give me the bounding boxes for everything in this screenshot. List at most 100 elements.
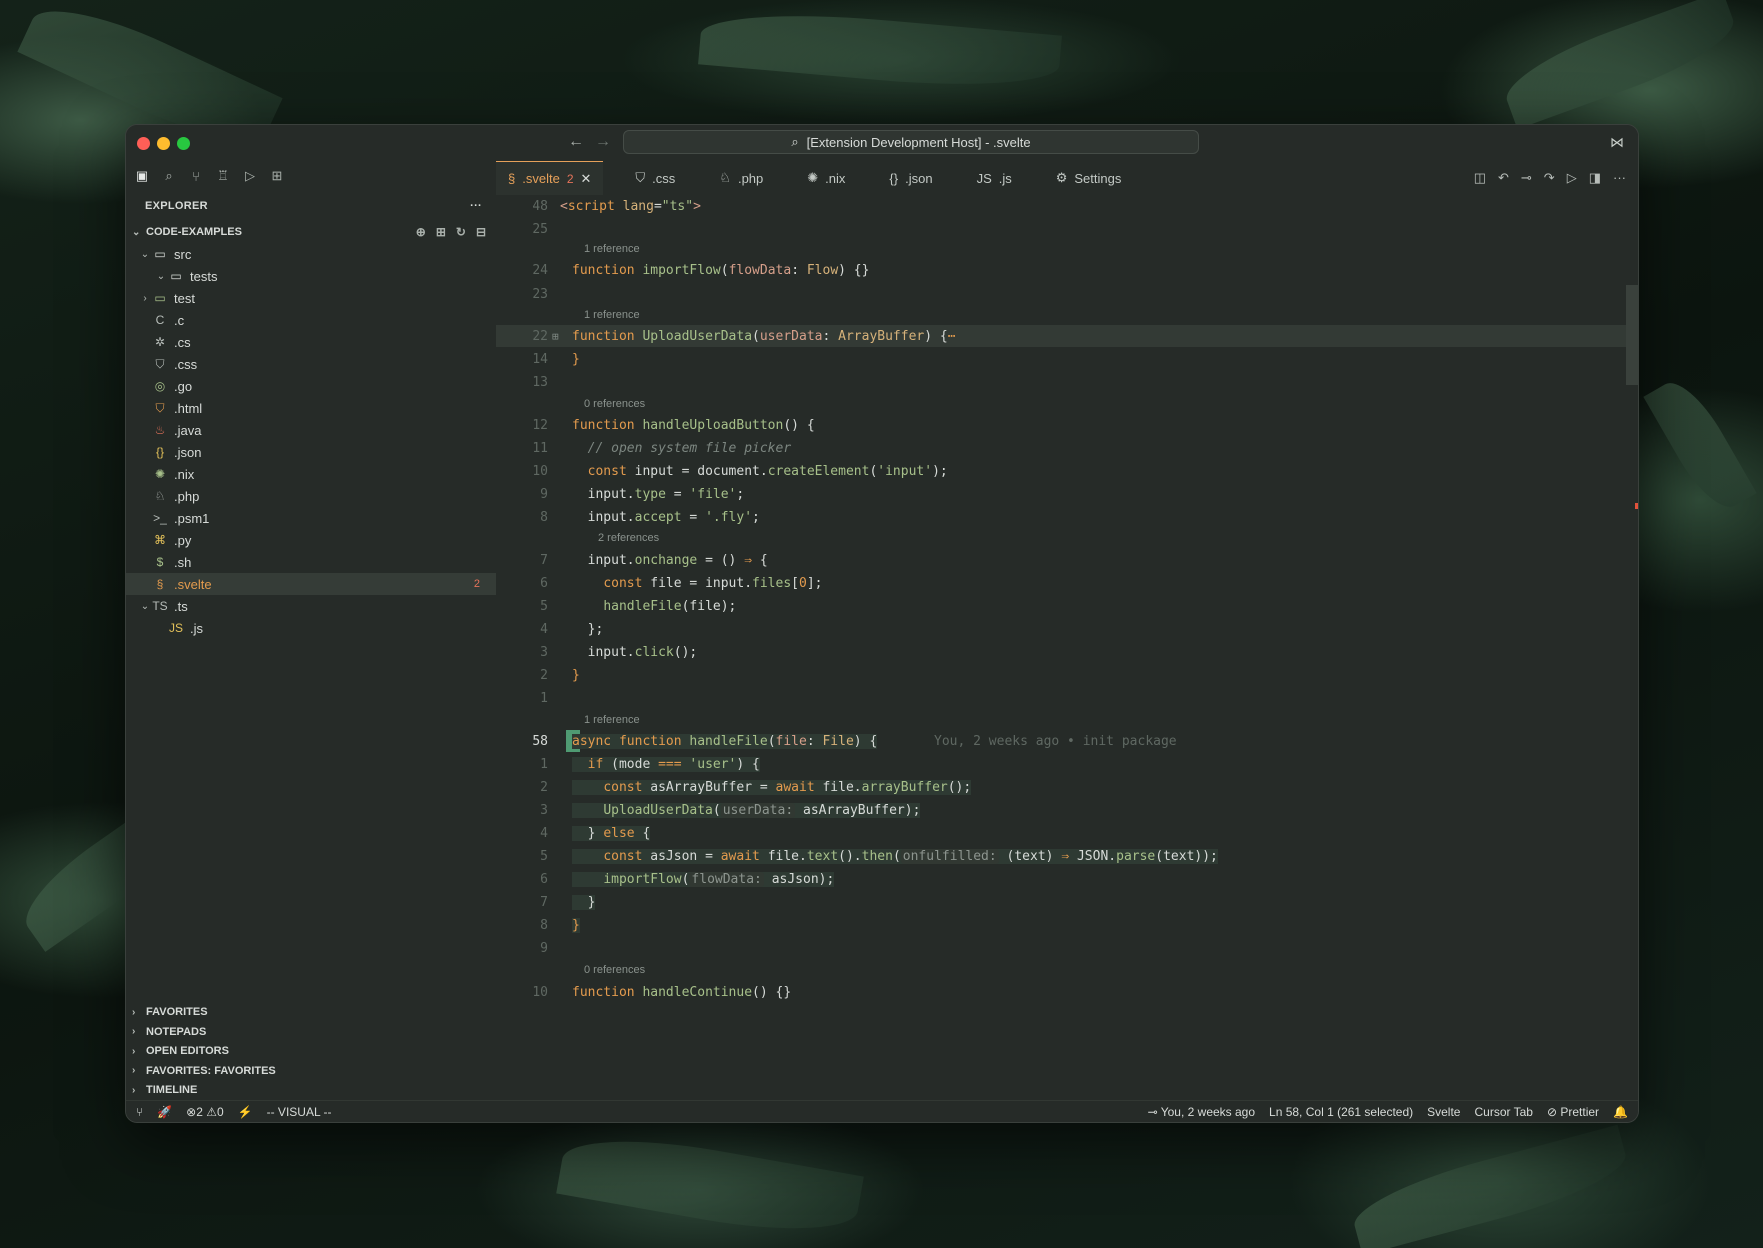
editor-tab[interactable]: ✺ .nix [795, 161, 857, 195]
chevron-down-icon: ⌄ [140, 600, 150, 612]
explorer-icon[interactable]: ▣ [134, 168, 150, 184]
fold-expand-icon[interactable]: ⊞ [552, 330, 559, 343]
sidebar-section-header[interactable]: › NOTEPADS [126, 1022, 496, 1042]
extensions-icon[interactable]: ⊞ [269, 168, 285, 184]
code-line: const asJson = await file.text().then(on… [572, 848, 1218, 864]
tree-item[interactable]: ⌄ ▭ src [126, 243, 496, 265]
source-control-icon[interactable]: ⑂ [188, 169, 204, 184]
file-type-icon: ▭ [154, 247, 166, 261]
file-tree: ⌄ ▭ src ⌄ ▭ tests › ▭ test C .c ✲ .cs ⛉ .css ◎ .go ⛉ .html… [126, 243, 496, 639]
editor-tab[interactable]: JS .js [965, 161, 1024, 195]
debug-icon[interactable]: ♖ [215, 168, 231, 184]
line-number: 4 [540, 621, 548, 637]
go-forward-icon[interactable]: ↷ [1544, 170, 1555, 186]
rocket-icon[interactable]: 🚀 [157, 1105, 172, 1119]
tree-item[interactable]: ⌘ .py [126, 529, 496, 551]
more-actions-icon[interactable]: ··· [1613, 170, 1626, 186]
status-bar: ⑂ 🚀 ⊗2 ⚠0 ⚡ -- VISUAL -- ⊸ You, 2 weeks … [126, 1100, 1638, 1122]
tree-item[interactable]: >_ .psm1 [126, 507, 496, 529]
split-editor-icon[interactable]: ◨ [1589, 170, 1601, 186]
error-marker [1635, 503, 1638, 509]
sidebar-section-header[interactable]: › TIMELINE [126, 1081, 496, 1101]
tree-item[interactable]: JS .js [126, 617, 496, 639]
back-arrow-icon[interactable]: ← [568, 133, 584, 151]
close-tab-icon[interactable]: ✕ [581, 171, 592, 187]
code-line: } [572, 917, 580, 933]
tree-item[interactable]: ✲ .cs [126, 331, 496, 353]
toggle-panel-icon[interactable]: ◫ [1474, 170, 1486, 186]
tree-item[interactable]: ♘ .php [126, 485, 496, 507]
tree-item[interactable]: {} .json [126, 441, 496, 463]
chevron-right-icon: › [132, 1045, 136, 1057]
line-number: 2 [540, 667, 548, 683]
sidebar-section-header[interactable]: › OPEN EDITORS [126, 1042, 496, 1062]
chevron-right-icon: › [132, 1026, 136, 1038]
editor-tab[interactable]: ♘ .php [707, 161, 775, 195]
problems-indicator[interactable]: ⊗2 ⚠0 [186, 1105, 224, 1119]
tree-item[interactable]: § .svelte 2 [126, 573, 496, 595]
cursor-tab-status[interactable]: Cursor Tab [1474, 1105, 1532, 1119]
file-type-icon: § [508, 171, 516, 186]
git-blame-status[interactable]: ⊸ You, 2 weeks ago [1148, 1105, 1255, 1119]
editor-scrollbar[interactable] [1626, 285, 1638, 385]
close-window-button[interactable] [137, 137, 150, 150]
run-icon[interactable]: ▷ [1567, 170, 1577, 186]
sidebar-section-header[interactable]: › FAVORITES [126, 1003, 496, 1023]
line-number: 5 [540, 598, 548, 614]
prettier-status[interactable]: ⊘ Prettier [1547, 1105, 1599, 1119]
command-center[interactable]: ⌕ [Extension Development Host] - .svelte [623, 130, 1199, 154]
editor-tab[interactable]: ⛉ .css [623, 161, 687, 195]
remote-icon[interactable]: ⑂ [136, 1105, 143, 1119]
editor-tab[interactable]: ⚙ Settings [1044, 161, 1134, 195]
tree-item[interactable]: ⛉ .html [126, 397, 496, 419]
tree-item[interactable]: ♨ .java [126, 419, 496, 441]
editor-tab[interactable]: {} .json [877, 161, 944, 195]
run-icon[interactable]: ▷ [242, 168, 258, 184]
collapse-all-icon[interactable]: ⊟ [476, 225, 486, 239]
codelens-references[interactable]: 1 reference [584, 243, 640, 255]
code-line: if (mode === 'user') { [572, 756, 760, 772]
code-line: input.accept = '.fly'; [572, 509, 760, 525]
tree-item-label: .html [174, 400, 203, 416]
sidebar-section-header[interactable]: › FAVORITES: FAVORITES [126, 1061, 496, 1081]
tree-item[interactable]: ⌄ ▭ tests [126, 265, 496, 287]
new-file-icon[interactable]: ⊕ [416, 225, 426, 239]
tree-item[interactable]: ✺ .nix [126, 463, 496, 485]
codelens-references[interactable]: 0 references [584, 964, 645, 976]
tab-label: .css [652, 170, 676, 186]
minimize-window-button[interactable] [157, 137, 170, 150]
codelens-references[interactable]: 1 reference [584, 309, 640, 321]
section-label: FAVORITES: FAVORITES [146, 1064, 276, 1077]
language-mode[interactable]: Svelte [1427, 1105, 1460, 1119]
vim-mode-indicator: -- VISUAL -- [266, 1104, 332, 1119]
code-line: const file = input.files[0]; [603, 575, 823, 591]
go-back-icon[interactable]: ↶ [1498, 170, 1509, 186]
tree-item[interactable]: › ▭ test [126, 287, 496, 309]
search-view-icon[interactable]: ⌕ [161, 168, 177, 184]
notifications-bell-icon[interactable]: 🔔 [1613, 1105, 1628, 1119]
codelens-references[interactable]: 2 references [598, 532, 659, 544]
code-editor[interactable]: 48 <script lang="ts"> 25 1 reference 24 fu… [496, 195, 1638, 1100]
tree-item[interactable]: ⛉ .css [126, 353, 496, 375]
file-type-icon: $ [156, 555, 164, 569]
tree-item[interactable]: C .c [126, 309, 496, 331]
lightning-icon[interactable]: ⚡ [238, 1105, 253, 1119]
refresh-icon[interactable]: ↻ [456, 225, 466, 239]
file-type-icon: ✺ [807, 170, 819, 185]
zoom-window-button[interactable] [177, 137, 190, 150]
cursor-position[interactable]: Ln 58, Col 1 (261 selected) [1269, 1105, 1413, 1119]
editor-tab[interactable]: § .svelte 2 ✕ [496, 161, 604, 195]
code-line: input.onchange = () ⇒ { [572, 552, 768, 568]
chevron-down-icon: ⌄ [140, 248, 150, 260]
codelens-references[interactable]: 1 reference [584, 714, 640, 726]
tree-item[interactable]: ⌄ TS .ts [126, 595, 496, 617]
more-actions-icon[interactable]: ··· [470, 200, 482, 212]
new-folder-icon[interactable]: ⊞ [436, 225, 446, 239]
workspace-root-header[interactable]: ⌄ CODE-EXAMPLES ⊕ ⊞ ↻ ⊟ [126, 221, 496, 243]
forward-arrow-icon[interactable]: → [595, 133, 611, 151]
tree-item[interactable]: ◎ .go [126, 375, 496, 397]
codelens-references[interactable]: 0 references [584, 398, 645, 410]
commit-icon[interactable]: ⊸ [1521, 170, 1532, 186]
tree-item[interactable]: $ .sh [126, 551, 496, 573]
code-line: handleFile(file); [603, 598, 737, 614]
